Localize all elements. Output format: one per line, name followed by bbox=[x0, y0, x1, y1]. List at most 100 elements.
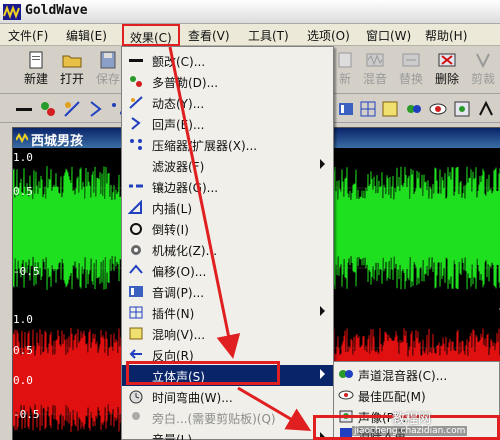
menu-item-volume[interactable]: 音量(L) bbox=[122, 428, 333, 440]
menu-item-mechanize[interactable]: 机械化(Z)... bbox=[122, 239, 333, 260]
menu-item-dynamics[interactable]: 动态(Y)... bbox=[122, 92, 333, 113]
new-button[interactable]: 新建 bbox=[18, 49, 54, 91]
menu-item-label: 颤改(C)... bbox=[152, 55, 206, 69]
new2-button-label: 新 bbox=[338, 72, 351, 86]
menu-window[interactable]: 窗口(W) bbox=[366, 27, 411, 44]
menu-item-offset[interactable]: 偏移(O)... bbox=[122, 260, 333, 281]
menu-item-voiceover[interactable]: 旁白...(需要剪贴板)(Q) bbox=[122, 407, 333, 428]
flanger-icon bbox=[129, 184, 143, 188]
offset-icon bbox=[129, 264, 143, 274]
delete-icon bbox=[438, 53, 456, 67]
menu-item-label: 旁白...(需要剪贴板)(Q) bbox=[152, 412, 276, 426]
doppler-tool-icon[interactable] bbox=[38, 99, 58, 119]
menu-help[interactable]: 帮助(H) bbox=[425, 27, 467, 44]
save-button-label: 保存 bbox=[95, 72, 120, 86]
trim-button-label: 剪裁 bbox=[470, 72, 495, 86]
compressor-icon bbox=[130, 139, 142, 150]
document-icon bbox=[16, 132, 28, 144]
menu-options[interactable]: 选项(O) bbox=[307, 27, 350, 44]
pitch-tool-icon[interactable] bbox=[336, 99, 356, 119]
submenu-arrow-icon bbox=[320, 369, 325, 379]
match-icon bbox=[338, 390, 354, 400]
menu-item-compressor[interactable]: 压缩器/扩展器(X)... bbox=[122, 134, 333, 155]
eye-tool-icon[interactable] bbox=[428, 99, 448, 119]
menu-view[interactable]: 查看(V) bbox=[188, 27, 230, 44]
menu-item-echo[interactable]: 回声(E)... bbox=[122, 113, 333, 134]
delete-button-label: 删除 bbox=[434, 72, 459, 86]
app-title: GoldWave bbox=[25, 3, 88, 18]
menu-item-filter[interactable]: 滤波器(F) bbox=[122, 155, 333, 176]
menu-item-doppler[interactable]: 多普勒(D)... bbox=[122, 71, 333, 92]
menu-item-timewarp[interactable]: 时间弯曲(W)... bbox=[122, 386, 333, 407]
line-icon[interactable] bbox=[14, 99, 34, 119]
menu-effects[interactable]: 效果(C) bbox=[122, 24, 180, 46]
new-file-icon bbox=[29, 51, 43, 69]
menu-item-label: 内插(L) bbox=[152, 202, 193, 216]
menu-tools[interactable]: 工具(T) bbox=[248, 27, 289, 44]
scale-bottom-neg05: -0.5 bbox=[13, 408, 40, 421]
reverb-tool-icon[interactable] bbox=[380, 99, 400, 119]
menu-item-label: 滤波器(F) bbox=[152, 160, 205, 174]
menu-item-invert[interactable]: 倒转(I) bbox=[122, 218, 333, 239]
menu-item-label: 倒转(I) bbox=[152, 223, 189, 237]
menu-item-label: 回声(E)... bbox=[152, 118, 205, 132]
dynamics-icon bbox=[129, 96, 143, 109]
replace-button[interactable]: 替换 bbox=[393, 49, 429, 91]
menu-file[interactable]: 文件(F) bbox=[8, 27, 48, 44]
new2-icon bbox=[338, 52, 352, 68]
scale-top-1: 1.0 bbox=[13, 151, 33, 164]
trim-button[interactable]: 剪裁 bbox=[465, 49, 500, 91]
echo-icon bbox=[131, 117, 141, 130]
watermark-url: jiaocheng.chazidian.com bbox=[352, 426, 468, 436]
mix-button[interactable]: 混音 bbox=[357, 49, 393, 91]
menu-item-label: 多普勒(D)... bbox=[152, 76, 219, 90]
menu-item-label: 镶边器(G)... bbox=[152, 181, 219, 195]
delete-button[interactable]: 删除 bbox=[429, 49, 465, 91]
scale-top-05: 0.5 bbox=[13, 185, 33, 198]
timewarp-icon bbox=[129, 390, 143, 404]
menu-item-label: 偏移(O)... bbox=[152, 265, 207, 279]
new2-button[interactable]: 新 bbox=[334, 49, 356, 91]
channel-mixer-icon bbox=[339, 370, 353, 378]
stereo-tool-icon[interactable] bbox=[404, 99, 424, 119]
plugin-icon bbox=[129, 306, 143, 319]
open-button[interactable]: 打开 bbox=[54, 49, 90, 91]
mechanize-icon bbox=[131, 245, 141, 255]
menu-item-label: 压缩器/扩展器(X)... bbox=[152, 139, 258, 153]
vibrato-icon bbox=[129, 59, 143, 62]
dynamics-tool-icon[interactable] bbox=[62, 99, 82, 119]
open-folder-icon bbox=[62, 55, 82, 68]
grid-tool-icon[interactable] bbox=[358, 99, 378, 119]
menu-item-pitch[interactable]: 音调(P)... bbox=[122, 281, 333, 302]
submenu-arrow-icon bbox=[320, 306, 325, 316]
scale-bottom-05: 0.5 bbox=[13, 344, 33, 357]
menu-item-label: 音调(P)... bbox=[152, 286, 205, 300]
trim-tool-icon[interactable] bbox=[476, 99, 496, 119]
menu-item-reverb[interactable]: 混响(V)... bbox=[122, 323, 333, 344]
menu-item-label: 音量(L) bbox=[152, 433, 193, 440]
mix-icon bbox=[366, 53, 384, 67]
scale-top-neg05: -0.5 bbox=[13, 265, 40, 278]
trim-icon bbox=[476, 53, 490, 69]
submenu-item-match[interactable]: 最佳匹配(M) bbox=[334, 385, 499, 406]
mix-button-label: 混音 bbox=[362, 72, 387, 86]
menu-edit[interactable]: 编辑(E) bbox=[66, 27, 107, 44]
menu-item-label: 机械化(Z)... bbox=[152, 244, 218, 258]
pitch-icon bbox=[129, 286, 143, 297]
menu-item-plugin[interactable]: 插件(N) bbox=[122, 302, 333, 323]
replace-icon bbox=[402, 53, 420, 67]
submenu-item-channel-mixer[interactable]: 声道混音器(C)... bbox=[334, 364, 499, 385]
open-button-label: 打开 bbox=[59, 72, 84, 86]
submenu-arrow-icon bbox=[320, 159, 325, 169]
menu-item-interpolate[interactable]: 内插(L) bbox=[122, 197, 333, 218]
title-bar: GoldWave bbox=[0, 0, 500, 24]
echo-tool-icon[interactable] bbox=[86, 99, 106, 119]
menu-item-label: 混响(V)... bbox=[152, 328, 206, 342]
watermark-text: 教程网 bbox=[392, 412, 432, 427]
menu-item-flanger[interactable]: 镶边器(G)... bbox=[122, 176, 333, 197]
doppler-icon bbox=[130, 76, 142, 87]
menu-item-label: 动态(Y)... bbox=[152, 97, 205, 111]
menu-item-vibrato[interactable]: 颤改(C)... bbox=[122, 50, 333, 71]
voice-tool-icon[interactable] bbox=[452, 99, 472, 119]
stereo-highlight-box bbox=[126, 361, 280, 385]
